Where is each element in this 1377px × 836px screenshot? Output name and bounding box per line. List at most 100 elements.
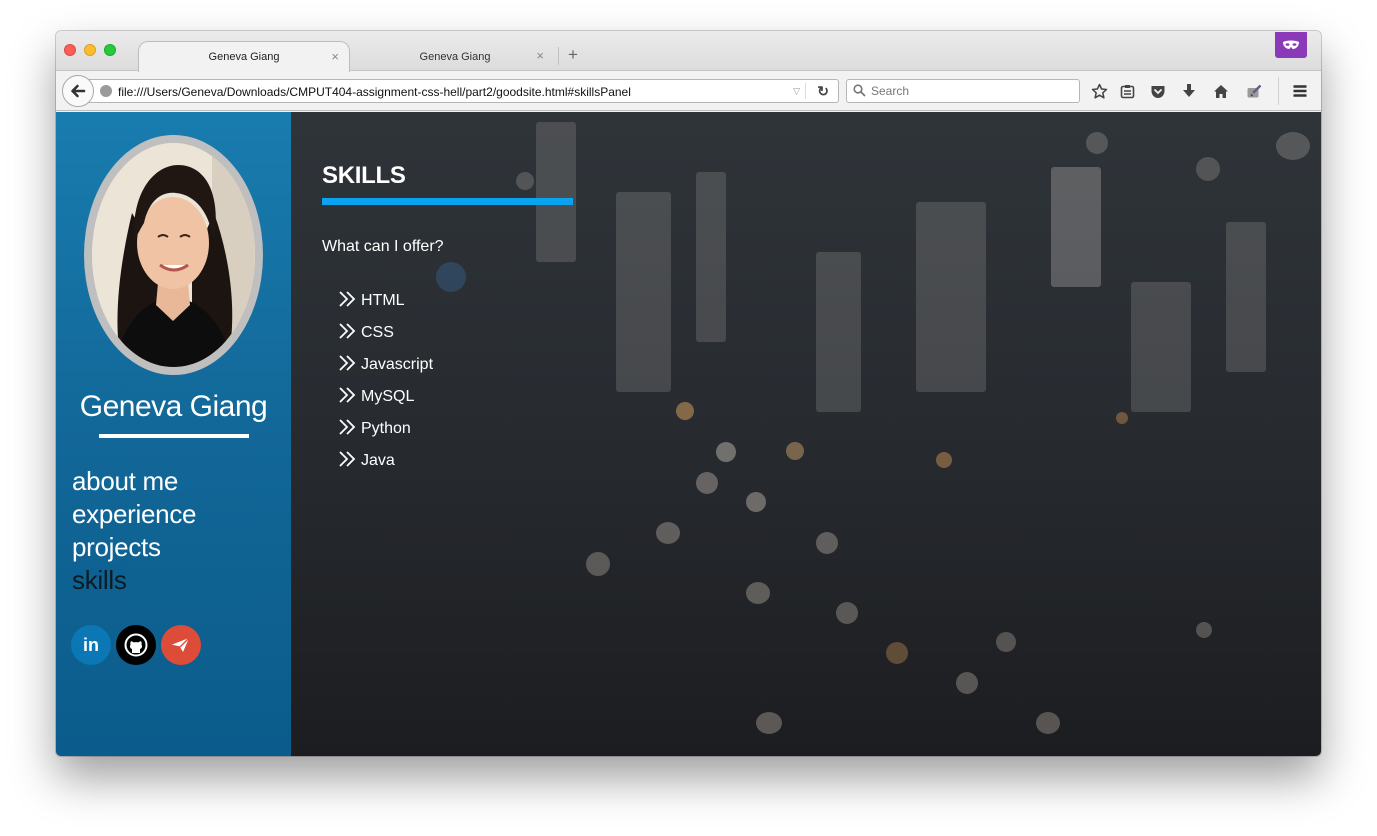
skills-panel: SKILLS What can I offer? HTML CSS Javasc…: [322, 162, 573, 471]
background-light: [696, 472, 718, 494]
skill-item: MySQL: [338, 375, 573, 407]
profile-photo: [84, 135, 263, 375]
skill-label: MySQL: [361, 388, 415, 405]
double-chevron-right-icon: [339, 387, 356, 403]
email-icon[interactable]: [161, 625, 201, 665]
background-building: [1131, 282, 1191, 412]
name-underline: [99, 434, 249, 438]
background-light: [836, 602, 858, 624]
double-chevron-right-icon: [339, 291, 356, 307]
background-building: [616, 192, 671, 392]
sidebar: Geneva Giang about me experience project…: [56, 112, 291, 756]
section-nav: about me experience projects skills: [72, 465, 197, 597]
tab-separator: [558, 47, 559, 65]
background-light: [886, 642, 908, 664]
toolbar-separator: [1278, 77, 1279, 105]
linkedin-icon[interactable]: in: [71, 625, 111, 665]
skill-item: CSS: [338, 311, 573, 343]
minimize-window-button[interactable]: [84, 44, 96, 56]
background-building: [816, 252, 861, 412]
menu-icon[interactable]: [1291, 82, 1309, 100]
private-browsing-mask-icon[interactable]: [1275, 32, 1307, 58]
star-icon[interactable]: [1090, 82, 1108, 100]
reading-list-icon[interactable]: [1118, 82, 1136, 100]
background-light: [956, 672, 978, 694]
section-heading: SKILLS: [322, 162, 406, 189]
tab-close-icon[interactable]: ×: [536, 48, 544, 63]
back-arrow-icon: [71, 84, 86, 98]
close-window-button[interactable]: [64, 44, 76, 56]
new-tab-button[interactable]: +: [568, 45, 578, 65]
skill-item: Java: [338, 439, 573, 471]
background-light: [1196, 622, 1212, 638]
reload-icon[interactable]: ↻: [817, 83, 829, 100]
zoom-window-button[interactable]: [104, 44, 116, 56]
pocket-icon[interactable]: [1149, 82, 1167, 100]
background-light: [996, 632, 1016, 652]
tab-active[interactable]: Geneva Giang ×: [138, 41, 350, 72]
skill-item: Python: [338, 407, 573, 439]
browser-window: Geneva Giang × Geneva Giang × + file:///…: [56, 31, 1321, 756]
skill-label: Java: [361, 452, 395, 469]
tab-title: Geneva Giang: [419, 50, 491, 63]
tab-strip: Geneva Giang × Geneva Giang × +: [56, 31, 1321, 72]
url-bar[interactable]: file:///Users/Geneva/Downloads/CMPUT404-…: [86, 79, 839, 103]
background-light: [656, 522, 680, 544]
nav-link-projects[interactable]: projects: [72, 531, 196, 564]
skill-label: Javascript: [361, 356, 434, 373]
github-icon[interactable]: [116, 625, 156, 665]
tab-title: Geneva Giang: [208, 51, 280, 63]
background-light: [676, 402, 694, 420]
skill-label: CSS: [361, 324, 394, 341]
search-bar[interactable]: [846, 79, 1080, 103]
home-icon[interactable]: [1212, 82, 1230, 100]
background-light: [1036, 712, 1060, 734]
double-chevron-right-icon: [339, 323, 356, 339]
double-chevron-right-icon: [339, 451, 356, 467]
profile-name: Geneva Giang: [79, 390, 268, 423]
nav-link-about-me[interactable]: about me: [72, 465, 196, 498]
heading-underline: [322, 198, 573, 205]
double-chevron-right-icon: [339, 419, 356, 435]
social-links: in: [71, 625, 201, 665]
back-button[interactable]: [62, 75, 94, 107]
tab-inactive[interactable]: Geneva Giang ×: [356, 41, 554, 72]
url-text[interactable]: file:///Users/Geneva/Downloads/CMPUT404-…: [118, 85, 631, 99]
skill-item: HTML: [338, 279, 573, 311]
background-light: [936, 452, 952, 468]
background-building: [1051, 167, 1101, 287]
skill-label: Python: [361, 420, 411, 437]
history-dropdown-icon[interactable]: ▽: [793, 86, 800, 97]
double-chevron-right-icon: [339, 355, 356, 371]
globe-icon: [100, 85, 112, 97]
background-building: [696, 172, 726, 342]
search-input[interactable]: [871, 82, 1071, 100]
skills-list: HTML CSS Javascript MySQL Python Java: [322, 279, 573, 471]
background-light: [746, 492, 766, 512]
background-light: [716, 442, 736, 462]
background-light: [586, 552, 610, 576]
background-light: [746, 582, 770, 604]
url-separator: [805, 83, 806, 99]
sync-icon[interactable]: [1245, 82, 1263, 100]
web-page: Geneva Giang about me experience project…: [56, 112, 1321, 756]
skill-item: Javascript: [338, 343, 573, 375]
background-light: [756, 712, 782, 734]
section-subtitle: What can I offer?: [322, 238, 444, 255]
background-light: [786, 442, 804, 460]
background-building: [916, 202, 986, 392]
background-building: [1226, 222, 1266, 372]
skill-label: HTML: [361, 292, 405, 309]
background-light: [816, 532, 838, 554]
navigation-toolbar: file:///Users/Geneva/Downloads/CMPUT404-…: [56, 71, 1321, 111]
background-light: [1116, 412, 1128, 424]
search-icon: [853, 84, 866, 97]
nav-link-skills[interactable]: skills: [72, 564, 196, 597]
background-light: [1276, 132, 1310, 160]
linkedin-label: in: [83, 634, 99, 655]
background-light: [1196, 157, 1220, 181]
nav-link-experience[interactable]: experience: [72, 498, 197, 531]
download-icon[interactable]: [1180, 82, 1198, 100]
tab-close-icon[interactable]: ×: [331, 49, 339, 64]
background-light: [1086, 132, 1108, 154]
